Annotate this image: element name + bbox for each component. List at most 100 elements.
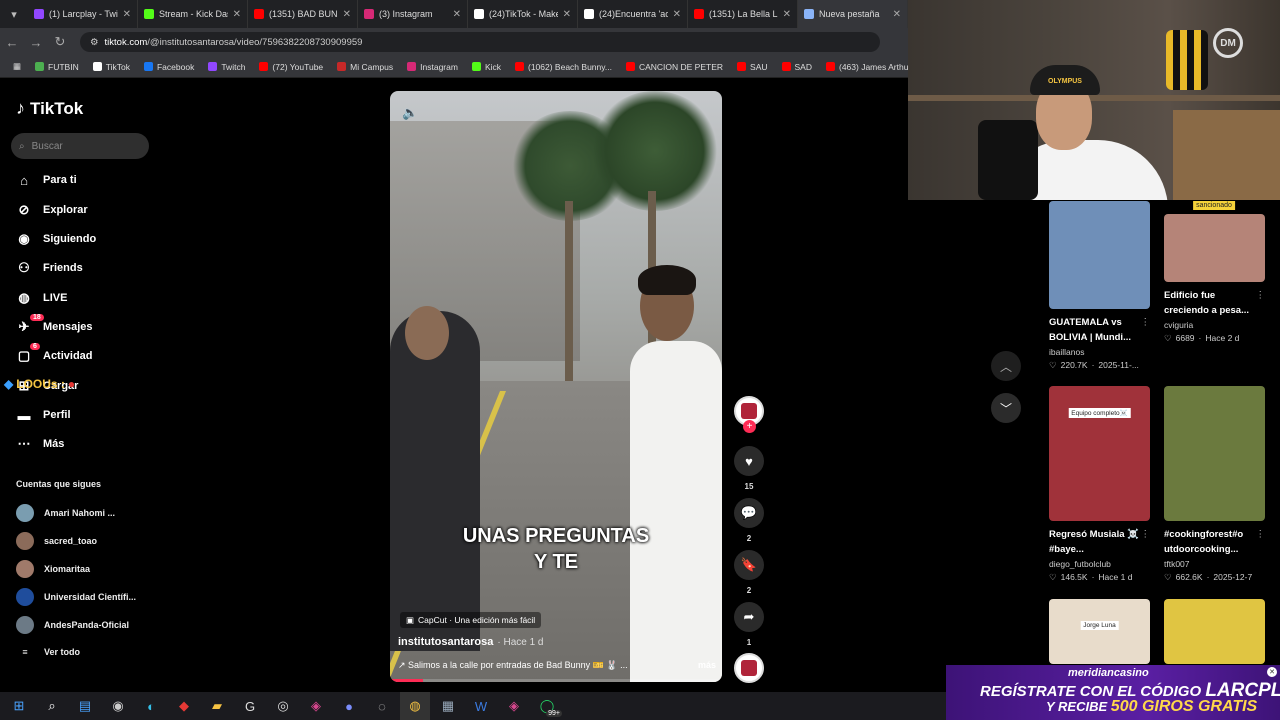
forward-icon[interactable]: → (24, 28, 48, 56)
followed-account[interactable]: Xiomaritaa (16, 560, 90, 578)
video-progress[interactable] (390, 679, 722, 682)
nav-live[interactable]: ◍ LIVE (16, 290, 67, 306)
followed-account[interactable]: Universidad Científi... (16, 588, 136, 606)
video-thumbnail[interactable] (1164, 386, 1265, 521)
more-options-icon[interactable]: ⋮ (1141, 315, 1151, 330)
chevron-up-icon[interactable]: ︿ (991, 351, 1021, 381)
bookmark-item[interactable]: (1062) Beach Bunny... (508, 62, 619, 72)
taskbar-search-icon[interactable]: ⌕ (37, 692, 67, 720)
more-options-icon[interactable]: ⋮ (1256, 527, 1266, 542)
nav-más[interactable]: ⋯ Más (16, 436, 65, 452)
reload-icon[interactable]: ↻ (48, 28, 72, 56)
tab-close-icon[interactable]: ✕ (893, 9, 901, 20)
app-red-icon[interactable]: ◆ (169, 692, 199, 720)
more-options-icon[interactable]: ⋮ (1141, 527, 1151, 542)
casino-ad-banner[interactable]: meridiancasino REGÍSTRATE CON EL CÓDIGO … (946, 665, 1280, 720)
card-author[interactable]: diego_futbolclub (1049, 559, 1150, 569)
nav-para-ti[interactable]: ⌂ Para ti (16, 172, 77, 188)
browser-tab[interactable]: (1351) La Bella Lu ✕ (688, 0, 798, 28)
recommended-video-card[interactable]: GUATEMALA vs BOLIVIA | Mundi... ⋮ ibaillan… (1049, 201, 1150, 371)
recommended-video-card[interactable]: Nota de Ideele radio del 16 de enero, 20… (1164, 201, 1265, 344)
followed-account[interactable]: AndesPanda-Oficial (16, 616, 129, 634)
follow-plus-icon[interactable]: + (743, 420, 756, 433)
comment-icon[interactable]: 💬 (734, 498, 764, 528)
chevron-down-icon[interactable]: ﹀ (991, 393, 1021, 423)
epic-icon[interactable]: G (235, 692, 265, 720)
search-input[interactable]: ⌕ Buscar (11, 133, 149, 159)
followed-account[interactable]: sacred_toao (16, 532, 97, 550)
more-options-icon[interactable]: ⋮ (1256, 288, 1266, 303)
like-heart-icon[interactable]: ♥ (734, 446, 764, 476)
more-button[interactable]: más (698, 660, 716, 671)
tab-close-icon[interactable]: ✕ (673, 9, 681, 20)
video-thumbnail[interactable] (1164, 599, 1265, 664)
followed-account[interactable]: Amari Nahomi ... (16, 504, 115, 522)
obs-icon[interactable]: ◎ (268, 692, 298, 720)
share-icon[interactable]: ➦ (734, 602, 764, 632)
tab-close-icon[interactable]: ✕ (453, 9, 461, 20)
app-pink2-icon[interactable]: ◈ (499, 692, 529, 720)
tiktok-logo[interactable]: ♪ TikTok (16, 98, 83, 119)
bookmark-item[interactable]: SAD (775, 62, 819, 72)
tab-close-icon[interactable]: ✕ (343, 9, 351, 20)
nav-actividad[interactable]: ▢ Actividad 6 (16, 343, 93, 364)
bookmark-item[interactable]: SAU (730, 62, 774, 72)
nav-mensajes[interactable]: ✈ Mensajes 18 (16, 314, 93, 335)
bookmark-item[interactable]: Mi Campus (330, 62, 400, 72)
recommended-video-card[interactable]: Equipo completo☠️ Regresó Musiala ☠️ #bay… (1049, 386, 1150, 583)
ad-close-icon[interactable]: ✕ (1267, 667, 1277, 677)
browser-tab[interactable]: (24)TikTok - Make ✕ (468, 0, 578, 28)
word-icon[interactable]: W (466, 692, 496, 720)
video-thumbnail[interactable] (1049, 201, 1150, 309)
video-player[interactable]: 🔈 UNAS PREGUNTAS Y TE ▣ CapCut · Una edi… (390, 91, 722, 682)
apps-icon[interactable]: ▦ (6, 61, 28, 72)
card-title-wrap[interactable]: GUATEMALA vs BOLIVIA | Mundi... ⋮ (1049, 315, 1150, 345)
nav-friends[interactable]: ⚇ Friends (16, 260, 83, 276)
nav-explorar[interactable]: ⊘ Explorar (16, 202, 88, 218)
recommended-video-card[interactable]: #cookingforest#o utdoorcooking... ⋮ tftk00… (1164, 386, 1265, 583)
card-title-wrap[interactable]: #cookingforest#o utdoorcooking... ⋮ (1164, 527, 1265, 557)
card-title-wrap[interactable]: Regresó Musiala ☠️ #baye... ⋮ (1049, 527, 1150, 557)
steam-icon[interactable]: ◌ (367, 692, 397, 720)
recommended-video-card[interactable]: Jorge Luna (1049, 599, 1150, 664)
browser-tab[interactable]: (1351) BAD BUNN ✕ (248, 0, 358, 28)
bookmark-item[interactable]: Facebook (137, 62, 201, 72)
edge-icon[interactable]: ◐ (136, 692, 166, 720)
nav-siguiendo[interactable]: ◉ Siguiendo (16, 231, 96, 247)
tab-search-icon[interactable]: ▾ (0, 0, 28, 28)
card-title-wrap[interactable]: Edificio fue creciendo a pesa... ⋮ (1164, 288, 1265, 318)
browser-tab[interactable]: (3) Instagram ✕ (358, 0, 468, 28)
bookmark-item[interactable]: FUTBIN (28, 62, 86, 72)
capcut-tag[interactable]: ▣ CapCut · Una edición más fácil (400, 612, 542, 628)
card-author[interactable]: cviguria (1164, 320, 1265, 330)
tab-close-icon[interactable]: ✕ (783, 9, 791, 20)
bookmark-item[interactable]: Twitch (201, 62, 252, 72)
video-thumbnail[interactable]: Jorge Luna (1049, 599, 1150, 664)
bookmark-icon[interactable]: 🔖 (734, 550, 764, 580)
mute-icon[interactable]: 🔈 (402, 105, 418, 121)
recommended-video-card[interactable] (1164, 599, 1265, 664)
app-pink-icon[interactable]: ◈ (301, 692, 331, 720)
bookmark-item[interactable]: Kick (465, 62, 508, 72)
video-author[interactable]: institutosantarosa (398, 636, 493, 648)
back-icon[interactable]: ← (0, 28, 24, 56)
tab-close-icon[interactable]: ✕ (123, 9, 131, 20)
calculator-icon[interactable]: ▦ (433, 692, 463, 720)
chrome-icon[interactable]: ◍ (400, 692, 430, 720)
bookmark-item[interactable]: Instagram (400, 62, 465, 72)
tab-close-icon[interactable]: ✕ (233, 9, 241, 20)
video-thumbnail[interactable]: Nota de Ideele radio del 16 de enero, 20… (1164, 214, 1265, 282)
windows-start-icon[interactable]: ⊞ (4, 692, 34, 720)
store-icon[interactable]: ▤ (70, 692, 100, 720)
sound-disc[interactable] (734, 653, 764, 683)
discord-icon[interactable]: ● (334, 692, 364, 720)
card-author[interactable]: ibaillanos (1049, 347, 1150, 357)
game-icon[interactable]: ◉ (103, 692, 133, 720)
card-author[interactable]: tftk007 (1164, 559, 1265, 569)
tab-close-icon[interactable]: ✕ (563, 9, 571, 20)
bookmark-item[interactable]: (72) YouTube (252, 62, 330, 72)
see-all-link[interactable]: ≡ Ver todo (16, 647, 80, 657)
whatsapp-icon[interactable]: ◯ 99+ (532, 692, 562, 720)
nav-perfil[interactable]: ▬ Perfil (16, 407, 71, 423)
browser-tab[interactable]: (24)Encuentra 'ac ✕ (578, 0, 688, 28)
